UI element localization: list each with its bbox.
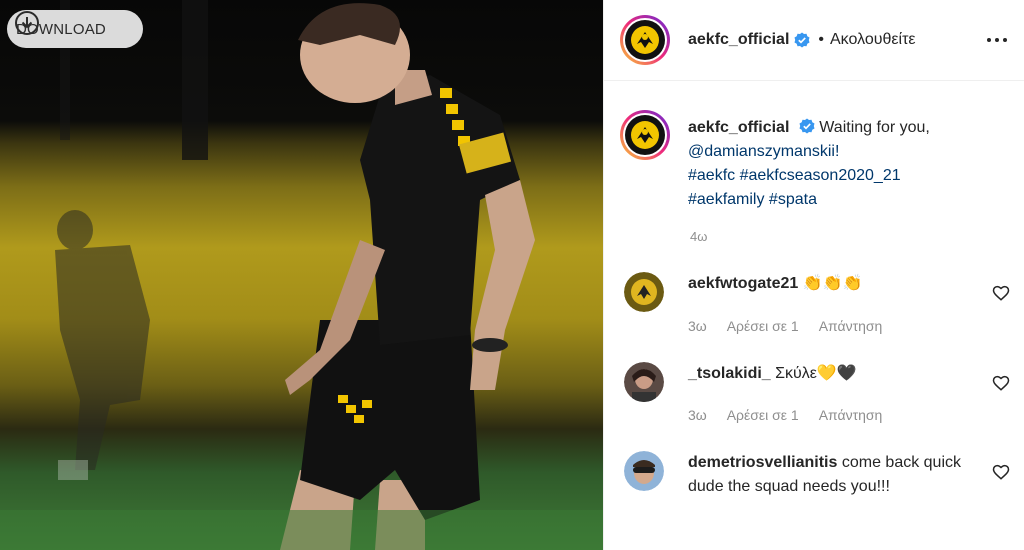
avatar-image [624,362,664,402]
commenter-avatar[interactable] [624,451,664,491]
commenter-avatar[interactable] [624,362,664,402]
comment-body: demetriosvellianitis come back quick dud… [688,451,978,499]
comment-body: aekfwtogate21 👏👏👏 [688,272,988,296]
aek-logo-icon [625,20,665,60]
comment-meta: 3ω Αρέσει σε 1 Απάντηση [688,318,882,334]
comment-likes[interactable]: Αρέσει σε 1 [727,407,799,423]
comment-body: _tsolakidi_ Σκύλε💛🖤 [688,362,988,386]
caption-avatar[interactable] [620,110,670,160]
comment-username[interactable]: demetriosvellianitis [688,454,837,471]
comment-text: Σκύλε💛🖤 [775,365,857,382]
like-heart-icon[interactable] [992,284,1010,302]
instagram-post-view: DOWNLOAD aekfc_official • Ακολουθείτε ae… [0,0,1024,550]
like-heart-icon[interactable] [992,463,1010,481]
hashtags-line-2[interactable]: #aekfamily #spata [688,191,817,208]
header-username[interactable]: aekfc_official [688,31,789,49]
verified-badge-icon [799,118,815,134]
avatar-image [624,451,664,491]
comment-likes[interactable]: Αρέσει σε 1 [727,318,799,334]
caption-timestamp[interactable]: 4ω [690,229,707,244]
comment-text: 👏👏👏 [802,275,863,292]
avatar-image [624,272,664,312]
like-heart-icon[interactable] [992,374,1010,392]
post-header: aekfc_official • Ακολουθείτε [604,0,1024,81]
comment-username[interactable]: aekfwtogate21 [688,275,798,292]
reply-button[interactable]: Απάντηση [819,407,883,423]
photo-scene [0,0,603,550]
post-details-panel: aekfc_official • Ακολουθείτε aekfc_offic… [603,0,1024,550]
header-avatar[interactable] [620,15,670,65]
comment-time[interactable]: 3ω [688,318,707,334]
caption-username[interactable]: aekfc_official [688,119,789,136]
reply-button[interactable]: Απάντηση [819,318,883,334]
comment-meta: 3ω Αρέσει σε 1 Απάντηση [688,407,882,423]
caption-message: Waiting for you, [819,119,930,136]
comment-time[interactable]: 3ω [688,407,707,423]
hashtags-line-1[interactable]: #aekfc #aekfcseason2020_21 [688,167,901,184]
commenter-avatar[interactable] [624,272,664,312]
following-button[interactable]: Ακολουθείτε [830,31,916,49]
caption-text: aekfc_official Waiting for you, @damians… [688,116,930,212]
mention-link[interactable]: @damianszymanskii! [688,143,839,160]
post-photo: DOWNLOAD [0,0,603,550]
post-caption: aekfc_official Waiting for you, @damians… [620,110,1010,212]
download-circle-icon [15,11,39,35]
verified-badge-icon [794,32,810,48]
comment-username[interactable]: _tsolakidi_ [688,365,771,382]
separator-dot: • [818,31,824,48]
aek-logo-icon [625,115,665,155]
more-dots-icon[interactable] [985,30,1009,50]
download-button[interactable]: DOWNLOAD [7,10,143,48]
